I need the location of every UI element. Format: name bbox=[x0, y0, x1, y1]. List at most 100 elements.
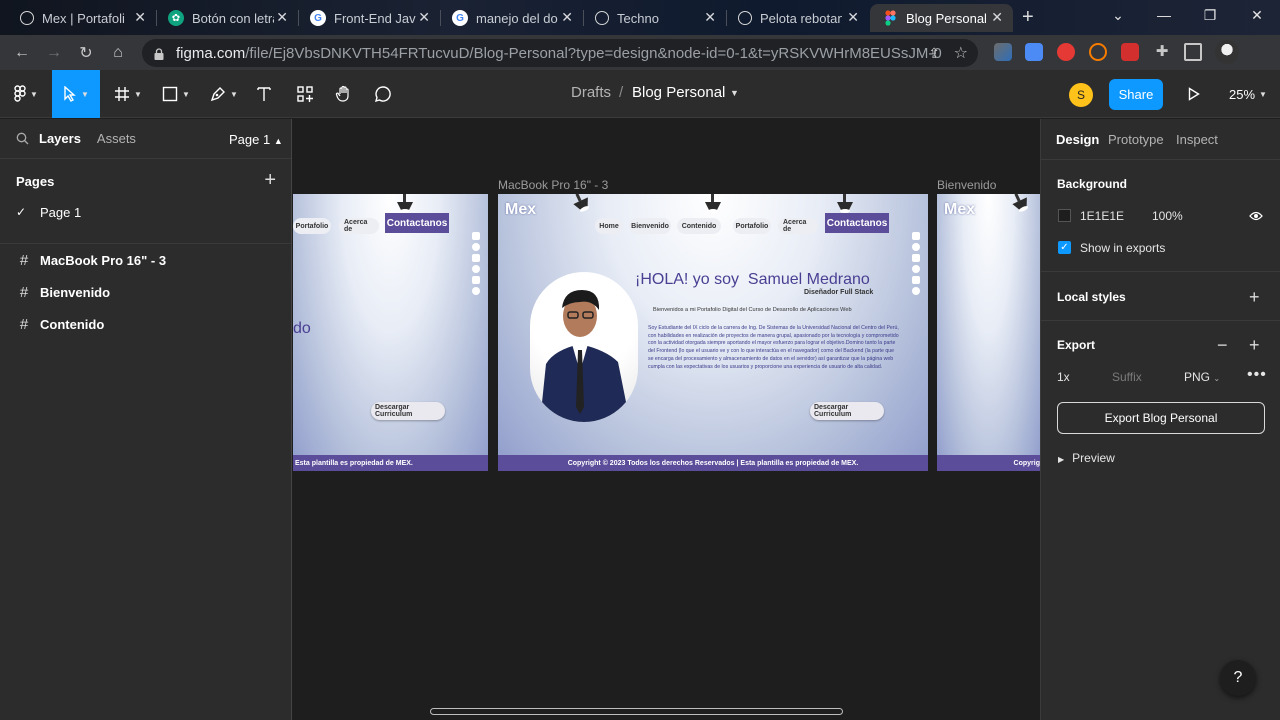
share-button[interactable]: Share bbox=[1109, 79, 1163, 110]
tab-layers[interactable]: Layers bbox=[39, 131, 81, 146]
export-suffix-input[interactable]: Suffix bbox=[1112, 370, 1142, 384]
horizontal-scrollbar[interactable] bbox=[430, 708, 843, 715]
export-button[interactable]: Export Blog Personal bbox=[1057, 402, 1265, 434]
add-style-plus-icon[interactable]: + bbox=[1249, 288, 1260, 306]
bookmark-star-icon[interactable]: ☆ bbox=[954, 43, 968, 63]
tab-design[interactable]: Design bbox=[1056, 132, 1099, 147]
close-tab-icon[interactable]: ✕ bbox=[704, 9, 716, 26]
close-tab-icon[interactable]: ✕ bbox=[276, 9, 288, 26]
tab-title: Botón con letra bbox=[192, 10, 274, 26]
url-bar[interactable]: figma.com/file/Ej8VbsDNKVTH54FRTucvuD/Bl… bbox=[142, 39, 978, 67]
google-icon: G bbox=[452, 10, 468, 26]
file-name[interactable]: Blog Personal bbox=[632, 84, 725, 101]
translate-extension-icon[interactable] bbox=[1025, 43, 1043, 61]
export-format-select[interactable]: PNG ⌄ bbox=[1184, 370, 1220, 384]
nav-pill: Portafolio bbox=[733, 218, 771, 234]
close-window-button[interactable]: ✕ bbox=[1234, 0, 1280, 30]
frame-right[interactable]: Mex Copyrig bbox=[937, 194, 1040, 471]
close-tab-icon[interactable]: ✕ bbox=[847, 9, 859, 26]
browser-tab[interactable]: G Front-End Java ✕ bbox=[298, 4, 440, 32]
add-export-plus-icon[interactable]: + bbox=[1249, 336, 1260, 354]
zoom-menu[interactable]: 25% ▼ bbox=[1228, 70, 1268, 118]
text-tool[interactable] bbox=[252, 70, 276, 118]
present-button[interactable] bbox=[1182, 70, 1206, 118]
browser-tab-active[interactable]: Blog Personal ✕ bbox=[870, 4, 1013, 32]
local-styles-title: Local styles bbox=[1057, 290, 1126, 304]
move-tool[interactable]: ▼ bbox=[52, 70, 100, 118]
home-icon[interactable]: ⌂ bbox=[106, 41, 130, 65]
browser-tab[interactable]: Techno ✕ bbox=[583, 4, 726, 32]
bg-opacity-input[interactable]: 100% bbox=[1152, 209, 1183, 223]
main-menu-button[interactable]: ▼ bbox=[4, 70, 48, 118]
new-tab-button[interactable]: + bbox=[1022, 6, 1034, 29]
tab-inspect[interactable]: Inspect bbox=[1176, 132, 1218, 147]
browser-tab[interactable]: Pelota rebotan ✕ bbox=[726, 4, 869, 32]
tab-search-icon[interactable]: ⌄ bbox=[1095, 0, 1141, 30]
color-swatch[interactable] bbox=[1058, 209, 1071, 222]
frame-hash-icon: # bbox=[19, 283, 29, 301]
rectangle-icon bbox=[162, 86, 178, 102]
breadcrumb-drafts[interactable]: Drafts bbox=[571, 84, 611, 101]
close-tab-icon[interactable]: ✕ bbox=[134, 9, 146, 26]
search-icon[interactable] bbox=[16, 132, 30, 146]
browser-tab[interactable]: G manejo del do ✕ bbox=[440, 4, 583, 32]
eye-visibility-icon[interactable] bbox=[1249, 209, 1263, 227]
preview-toggle[interactable]: ▶ Preview bbox=[1058, 451, 1115, 465]
chevron-down-icon[interactable]: ▼ bbox=[730, 88, 739, 98]
tab-assets[interactable]: Assets bbox=[97, 131, 136, 146]
frame-tool[interactable]: ▼ bbox=[108, 70, 148, 118]
frame-label[interactable]: MacBook Pro 16" - 3 bbox=[498, 178, 608, 192]
pen-tool[interactable]: ▼ bbox=[204, 70, 244, 118]
share-page-icon[interactable]: ⇪ bbox=[928, 45, 940, 62]
more-options-icon[interactable]: ••• bbox=[1247, 366, 1267, 384]
back-icon[interactable]: ← bbox=[10, 41, 34, 65]
minimize-button[interactable]: — bbox=[1141, 0, 1187, 30]
tab-prototype[interactable]: Prototype bbox=[1108, 132, 1164, 147]
panel-divider bbox=[1041, 320, 1280, 321]
show-in-exports-checkbox[interactable]: ✓ bbox=[1058, 241, 1071, 254]
browser-tab-bar: Mex | Portafolio ✕ ✿ Botón con letra ✕ G… bbox=[0, 0, 1280, 35]
layer-item[interactable]: # Contenido bbox=[0, 308, 291, 340]
page-item[interactable]: ✓ Page 1 bbox=[0, 196, 291, 228]
extension-chat-icon[interactable] bbox=[1089, 43, 1107, 61]
site-footer: Copyrig bbox=[937, 455, 1040, 471]
hero-greeting: ¡HOLA! yo soy Samuel Medrano bbox=[635, 271, 870, 288]
add-page-plus-icon[interactable]: + bbox=[264, 169, 276, 192]
chevron-down-icon: ⌄ bbox=[1213, 374, 1221, 383]
chevron-up-icon: ▲ bbox=[273, 136, 283, 146]
extension-book-icon[interactable] bbox=[1121, 43, 1139, 61]
comment-tool[interactable] bbox=[371, 70, 395, 118]
layer-item[interactable]: # Bienvenido bbox=[0, 276, 291, 308]
extension-pen-icon[interactable] bbox=[994, 43, 1012, 61]
remove-export-minus-icon[interactable]: − bbox=[1217, 336, 1228, 354]
restore-button[interactable]: ❐ bbox=[1187, 0, 1233, 30]
frame-label[interactable]: Bienvenido bbox=[937, 178, 996, 192]
telegram-icon bbox=[472, 287, 480, 295]
extensions-puzzle-icon[interactable]: ✚ bbox=[1153, 43, 1171, 61]
tab-title: manejo del do bbox=[476, 10, 558, 26]
browser-tab[interactable]: ✿ Botón con letra ✕ bbox=[156, 4, 298, 32]
frame-left[interactable]: Portafolio Acerca de Contactanos do Desc… bbox=[293, 194, 488, 471]
bg-hex-input[interactable]: 1E1E1E bbox=[1080, 209, 1124, 223]
design-canvas[interactable]: Portafolio Acerca de Contactanos do Desc… bbox=[293, 119, 1040, 720]
extension-hand-icon[interactable] bbox=[1057, 43, 1075, 61]
cursor-arrow-icon bbox=[64, 86, 76, 102]
close-tab-icon[interactable]: ✕ bbox=[418, 9, 430, 26]
browser-tab[interactable]: Mex | Portafolio ✕ bbox=[8, 4, 156, 32]
reload-icon[interactable]: ↻ bbox=[74, 41, 98, 65]
user-avatar[interactable]: S bbox=[1069, 83, 1093, 107]
frame-main[interactable]: Mex Home Bienvenido Contenido Portafolio… bbox=[498, 194, 928, 471]
resources-tool[interactable] bbox=[293, 70, 317, 118]
hand-tool[interactable] bbox=[332, 70, 356, 118]
close-tab-icon[interactable]: ✕ bbox=[991, 9, 1003, 26]
help-button[interactable]: ? bbox=[1220, 660, 1256, 696]
page-selector[interactable]: Page 1 ▲ bbox=[229, 132, 283, 147]
export-scale-select[interactable]: 1x bbox=[1057, 370, 1070, 384]
profile-avatar[interactable] bbox=[1215, 40, 1239, 64]
side-panel-icon[interactable] bbox=[1184, 43, 1202, 61]
layer-item[interactable]: # MacBook Pro 16" - 3 bbox=[0, 244, 291, 276]
forward-icon[interactable]: → bbox=[42, 41, 66, 65]
close-tab-icon[interactable]: ✕ bbox=[561, 9, 573, 26]
text-t-icon bbox=[257, 87, 271, 101]
shape-tool[interactable]: ▼ bbox=[156, 70, 196, 118]
